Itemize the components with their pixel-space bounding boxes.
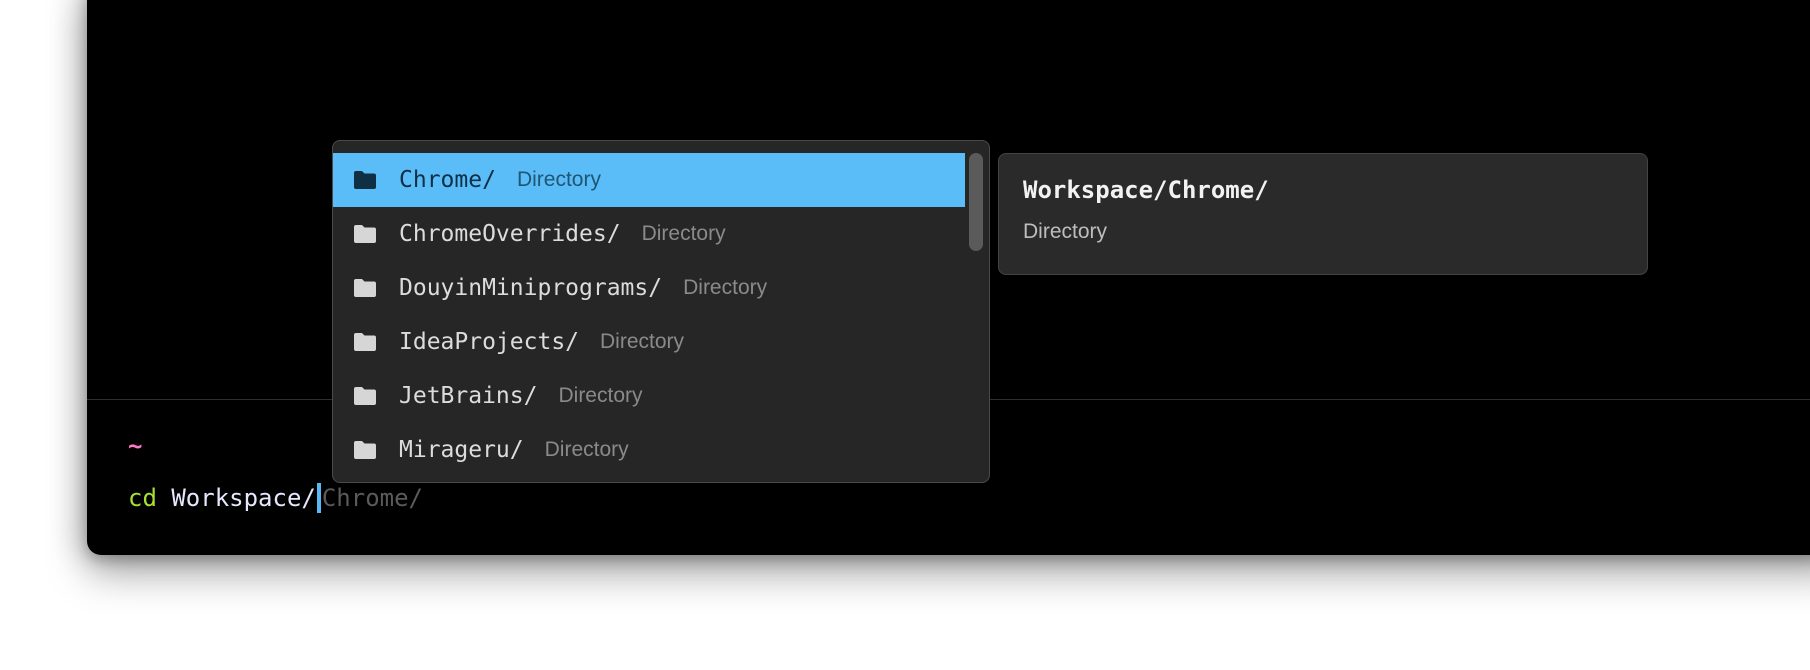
completion-item[interactable]: ChromeOverrides/ Directory (333, 207, 965, 261)
completion-item[interactable]: Chrome/ Directory (333, 153, 965, 207)
completion-detail-panel: Workspace/Chrome/ Directory (998, 153, 1648, 275)
completion-kind: Directory (544, 438, 629, 461)
folder-icon (353, 386, 377, 406)
folder-icon (353, 278, 377, 298)
completion-list: Chrome/ Directory ChromeOverrides/ Direc… (333, 153, 965, 477)
folder-icon (353, 332, 377, 352)
completion-item[interactable]: DouyinMiniprograms/ Directory (333, 261, 965, 315)
folder-icon (353, 224, 377, 244)
prompt-directory: ~ (128, 432, 143, 460)
command-argument: Workspace/ (171, 484, 316, 512)
folder-icon (353, 170, 377, 190)
completion-item[interactable]: Mirageru/ Directory (333, 423, 965, 477)
completion-name: IdeaProjects/ (399, 329, 580, 355)
detail-title: Workspace/Chrome/ (1023, 176, 1269, 204)
completion-name: Mirageru/ (399, 437, 524, 463)
completion-item[interactable]: JetBrains/ Directory (333, 369, 965, 423)
completion-name: DouyinMiniprograms/ (399, 275, 663, 301)
completion-kind: Directory (558, 384, 643, 407)
command-line[interactable]: cd Workspace/Chrome/ (128, 483, 423, 513)
completion-kind: Directory (683, 276, 768, 299)
completion-kind: Directory (516, 168, 601, 191)
text-cursor (316, 483, 321, 513)
completion-kind: Directory (641, 222, 726, 245)
folder-icon (353, 440, 377, 460)
ghost-completion: Chrome/ (321, 484, 424, 512)
command-space (157, 484, 171, 512)
completion-popup: Chrome/ Directory ChromeOverrides/ Direc… (332, 140, 990, 483)
completion-scrollbar[interactable] (969, 153, 983, 251)
completion-name: JetBrains/ (399, 383, 538, 409)
completion-name: ChromeOverrides/ (399, 221, 621, 247)
detail-subtitle: Directory (1023, 220, 1108, 243)
completion-name: Chrome/ (399, 167, 496, 193)
completion-kind: Directory (600, 330, 685, 353)
command-name: cd (128, 484, 157, 512)
completion-item[interactable]: IdeaProjects/ Directory (333, 315, 965, 369)
